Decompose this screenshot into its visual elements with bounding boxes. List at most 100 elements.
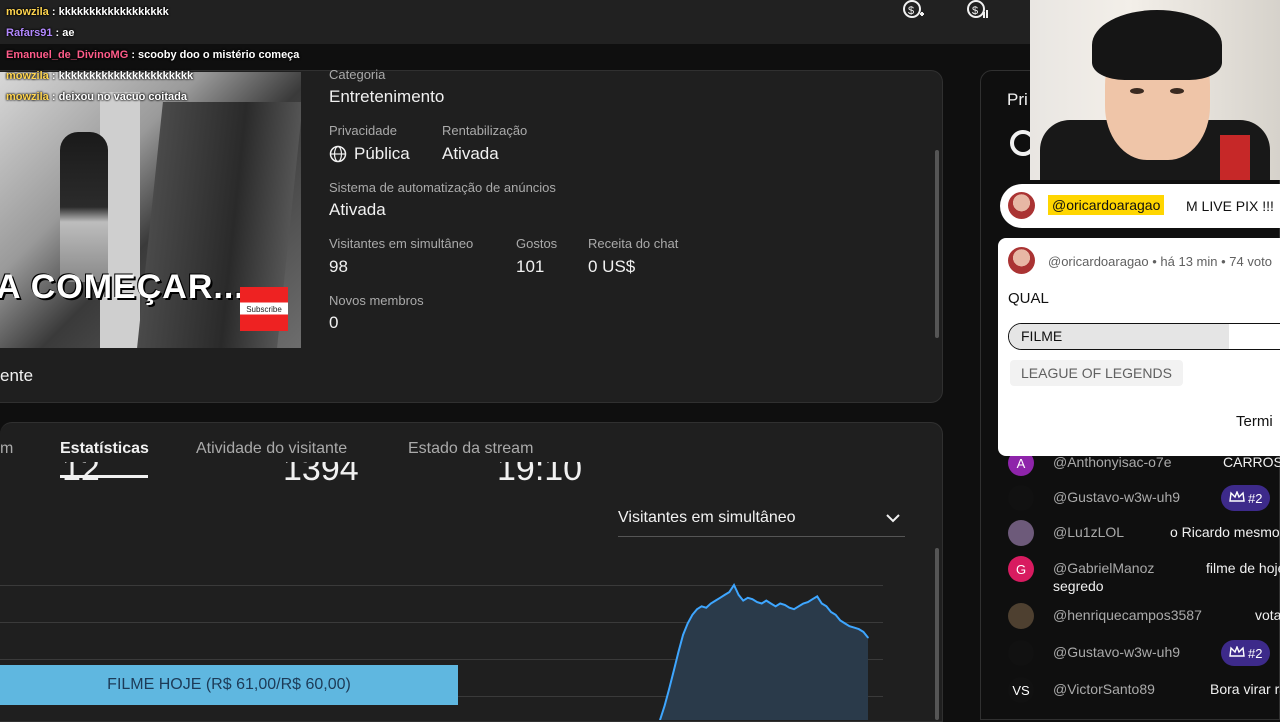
avatar [1008, 192, 1035, 219]
chart-point [760, 602, 763, 605]
poll-option-2[interactable]: LEAGUE OF LEGENDS [1010, 360, 1183, 386]
avatar [1008, 640, 1034, 666]
chart-point [742, 599, 744, 602]
member-rank-label: #2 [1248, 645, 1263, 661]
likes-label: Gostos [516, 236, 558, 251]
poll-meta: @oricardoaragao • há 13 min • 74 voto [1048, 254, 1272, 269]
chat-user[interactable]: @Lu1zLOL [1053, 524, 1124, 540]
chat-message[interactable]: @Lu1zLOL o Ricardo mesmo não [1008, 520, 1280, 548]
chart-point [770, 602, 772, 605]
chart-point [788, 606, 791, 609]
chart-point [797, 605, 800, 608]
pinned-message-user[interactable]: @oricardoaragao [1048, 195, 1165, 215]
poll-option-1[interactable]: FILME [1008, 323, 1280, 350]
chart-point [793, 608, 795, 610]
stats-scrollbar[interactable] [935, 548, 939, 720]
tab-viewer-activity[interactable]: Atividade do visitante [196, 440, 347, 458]
chart-point [668, 687, 670, 690]
overlay-chat-separator: : [48, 6, 59, 18]
overlay-chat-line: mowzila : deixou no vacuo coitada [6, 91, 187, 103]
overlay-chat-message: scooby doo o mistério começa [138, 49, 300, 61]
subscribe-badge: Subscribe [240, 287, 288, 331]
chart-area [660, 585, 868, 720]
category-value: Entretenimento [329, 87, 445, 106]
chat-user[interactable]: @Gustavo-w3w-uh9 [1053, 489, 1180, 505]
chart-point [677, 651, 680, 653]
chat-message[interactable]: @Gustavo-w3w-uh9#2Lol [1008, 640, 1280, 668]
chart-point [765, 599, 768, 602]
crown-icon [1229, 644, 1245, 661]
thumbnail-caption: A COMEÇAR... [0, 268, 245, 306]
tab-stream-health[interactable]: Estado da stream [408, 440, 533, 458]
overlay-chat-user: Emanuel_de_DivinoMG [6, 49, 129, 61]
concurrent-viewers-label: Visitantes em simultâneo [329, 236, 474, 251]
end-poll-button[interactable]: Termi [1236, 413, 1273, 430]
chart-point [728, 591, 731, 593]
overlay-chat-line: Emanuel_de_DivinoMG : scooby doo o misté… [6, 49, 299, 61]
chart-point [811, 598, 814, 600]
chart-point [737, 594, 740, 596]
chat-user[interactable]: @Anthonyisac-o7e [1053, 454, 1172, 470]
tab-partial[interactable]: m [0, 440, 13, 458]
member-rank-badge: #2 [1221, 485, 1271, 511]
truncated-section-label: ente [0, 366, 34, 385]
chart-point [862, 631, 865, 633]
svg-text:$: $ [972, 5, 978, 17]
chat-text-continued: segredo [1053, 578, 1104, 594]
chat-message[interactable]: VS @VictorSanto89 Bora virar rapazi [1008, 677, 1280, 705]
monetization-value: Ativada [442, 144, 499, 163]
chat-revenue-value: 0 US$ [588, 257, 636, 276]
overlay-chat-user: mowzila [6, 91, 49, 103]
goal-banner: FILME HOJE (R$ 61,00/R$ 60,00) [0, 665, 458, 705]
monetization-icon[interactable]: $ [899, 0, 927, 22]
overlay-chat-line: mowzila : kkkkkkkkkkkkkkkkkkkkkk [6, 70, 193, 82]
chart-point [756, 601, 758, 603]
chat-message[interactable]: @henriquecampos3587 votação a [1008, 603, 1280, 631]
chart-point [784, 604, 786, 606]
overlay-chat-message: kkkkkkkkkkkkkkkkkk [58, 6, 169, 18]
concurrent-viewers-value: 98 [329, 257, 348, 276]
chart-point [747, 597, 749, 599]
chat-text: Bora virar rapazi [1210, 681, 1280, 697]
svg-text:$: $ [908, 5, 914, 17]
chat-user[interactable]: @Gustavo-w3w-uh9 [1053, 644, 1180, 660]
poll-question: QUAL [1008, 290, 1049, 307]
chart-point [779, 602, 781, 605]
overlay-chat-line: mowzila : kkkkkkkkkkkkkkkkkk [6, 6, 169, 18]
overlay-chat-separator: : [48, 91, 59, 103]
metric-dropdown-label: Visitantes em simultâneo [618, 509, 796, 526]
chart-point [696, 608, 698, 610]
chart-point [844, 622, 846, 625]
privacy-value: Pública [354, 144, 410, 163]
chart-point [839, 619, 842, 622]
stream-thumbnail[interactable]: A COMEÇAR... Subscribe [0, 72, 301, 348]
avatar [1008, 520, 1034, 546]
avatar [1008, 485, 1034, 511]
new-members-value: 0 [329, 313, 339, 332]
chart-point [710, 602, 712, 605]
ads-automation-label: Sistema de automatização de anúncios [329, 180, 556, 195]
chart-point [774, 605, 777, 608]
stat-number-3: 19:10 [497, 462, 583, 488]
chat-message[interactable]: @Gustavo-w3w-uh9#2Lol [1008, 485, 1280, 513]
member-rank-badge: #2 [1221, 640, 1271, 666]
monetization-alt-icon[interactable]: $ [963, 0, 991, 22]
overlay-chat-message: ae [62, 27, 75, 39]
metric-dropdown[interactable]: Visitantes em simultâneo [618, 505, 905, 537]
chart-point [751, 598, 754, 600]
stat-number-2: 1394 [283, 462, 359, 488]
chat-user[interactable]: @GabrielManoz [1053, 560, 1154, 576]
chart-point [807, 601, 809, 603]
side-panel-title: Pri [1007, 90, 1028, 109]
new-members-label: Novos membros [329, 293, 424, 308]
chat-user[interactable]: @VictorSanto89 [1053, 681, 1155, 697]
chart-point [682, 633, 684, 636]
chart-point [719, 597, 721, 599]
chart-point [705, 606, 707, 609]
chat-text: o Ricardo mesmo não [1170, 524, 1280, 540]
tab-statistics[interactable]: Estatísticas [60, 440, 149, 458]
details-scrollbar[interactable] [935, 150, 939, 338]
chat-user[interactable]: @henriquecampos3587 [1053, 607, 1202, 623]
monetization-label: Rentabilização [442, 123, 528, 138]
chat-message[interactable]: G @GabrielManoz filme de hoje Onz segredo [1008, 556, 1280, 594]
